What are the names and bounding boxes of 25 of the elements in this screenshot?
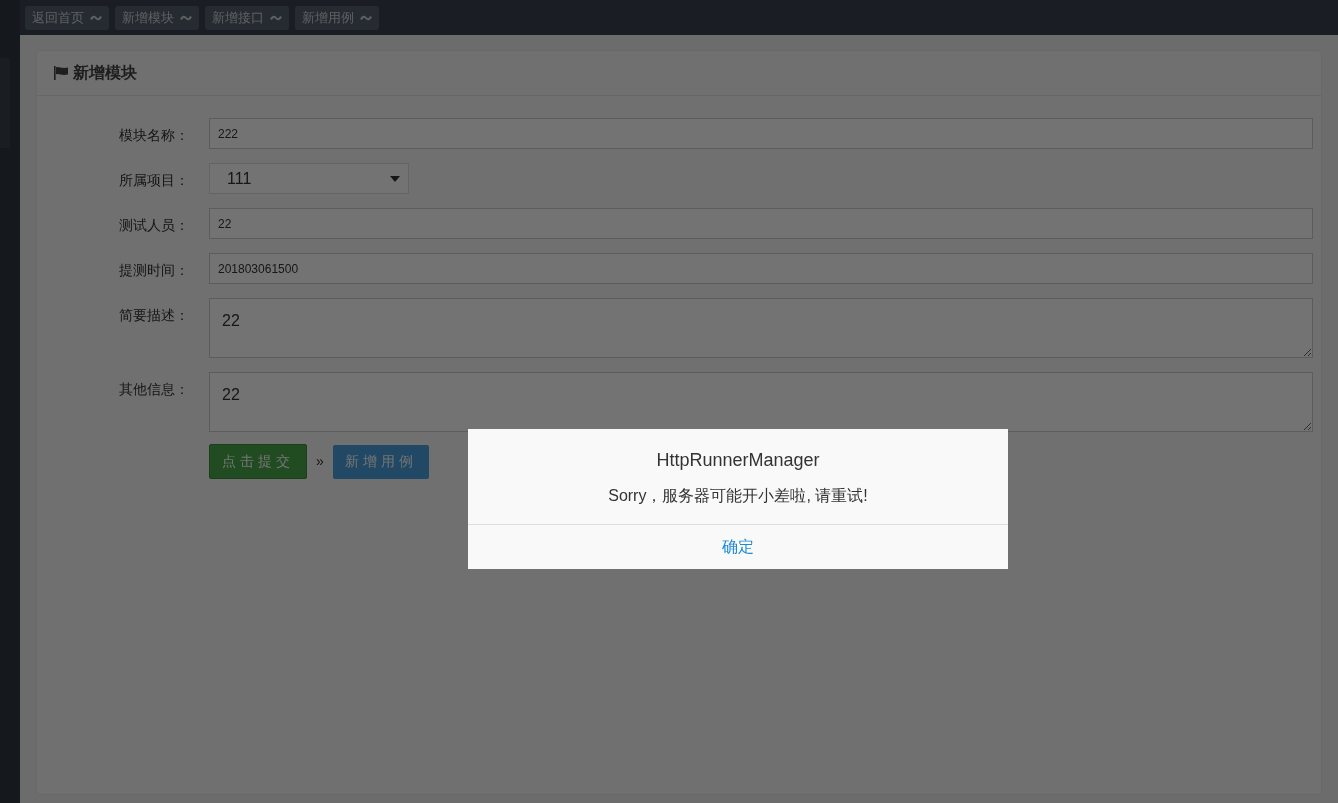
field-label: 简要描述： xyxy=(118,306,190,325)
text-field[interactable]: 22 xyxy=(209,208,1313,239)
field-label: 模块名称： xyxy=(118,126,190,145)
confirm-button[interactable]: 确定 xyxy=(714,535,762,559)
submit-button[interactable]: 点击提交 xyxy=(209,444,307,479)
field-label: 其他信息： xyxy=(118,380,190,399)
flag-icon xyxy=(53,66,69,80)
project-select[interactable]: 111 xyxy=(209,163,409,194)
add-case-button[interactable]: 新增用例 xyxy=(332,444,429,479)
caret-icon xyxy=(390,175,400,182)
text-area[interactable]: 22 xyxy=(209,298,1313,358)
field-label: 提测时间： xyxy=(118,261,190,280)
tilde-icon xyxy=(180,14,192,21)
field-label: 测试人员： xyxy=(118,216,190,235)
panel-title: 新增模块 xyxy=(73,63,137,83)
text-field[interactable]: 222 xyxy=(209,118,1313,149)
tilde-icon xyxy=(360,14,372,21)
text-area[interactable]: 22 xyxy=(209,372,1313,432)
separator-text: » xyxy=(315,452,325,471)
text-field[interactable]: 201803061500 xyxy=(209,253,1313,284)
field-label: 所属项目： xyxy=(118,171,190,190)
dialog-title: HttpRunnerManager xyxy=(656,449,820,472)
tilde-icon xyxy=(270,14,282,21)
dialog-message: Sorry，服务器可能开小差啦, 请重试! xyxy=(608,486,868,506)
tilde-icon xyxy=(90,14,102,21)
